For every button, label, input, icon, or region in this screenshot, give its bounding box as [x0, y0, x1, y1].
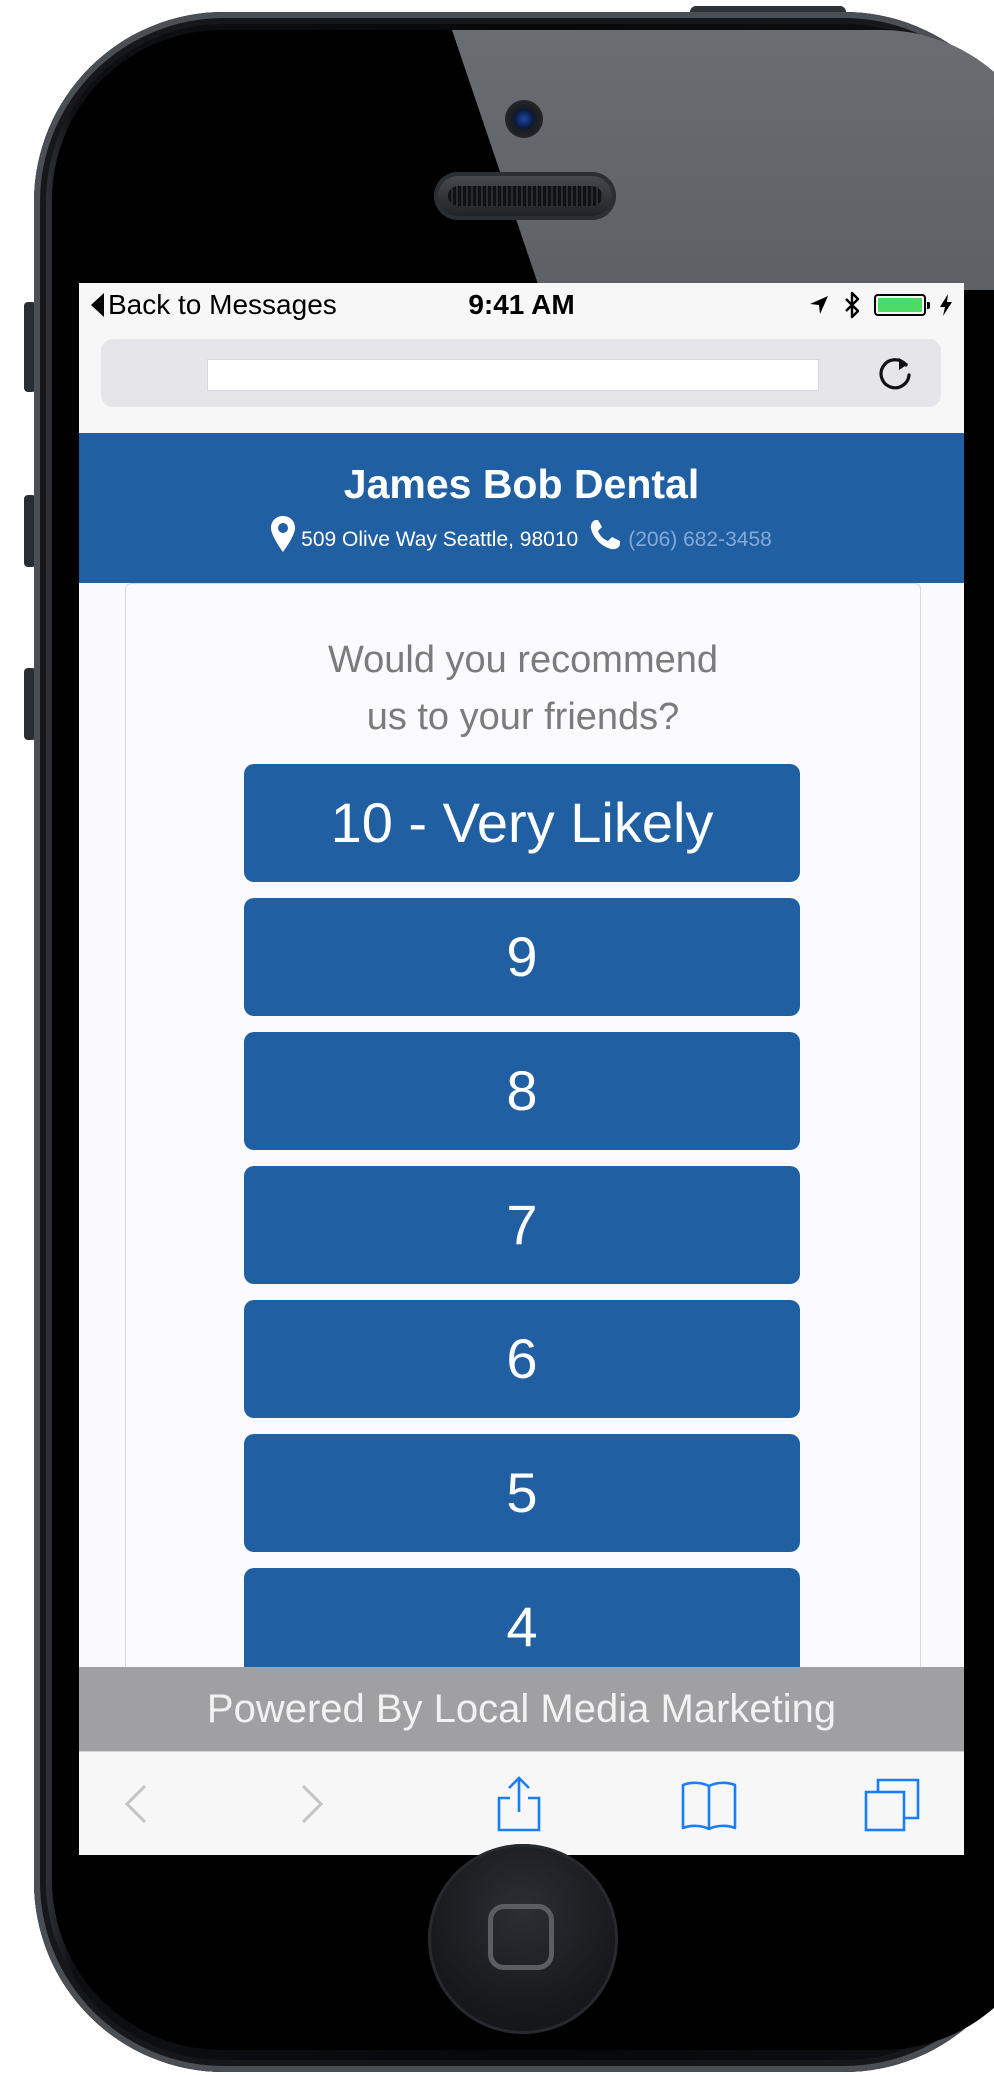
back-arrow-icon[interactable] [109, 1774, 169, 1834]
score-button-8[interactable]: 8 [244, 1032, 800, 1150]
home-square-icon [488, 1904, 554, 1970]
business-name: James Bob Dental [343, 461, 700, 507]
business-address: 509 Olive Way Seattle, 98010 [301, 528, 579, 551]
reload-icon[interactable] [875, 353, 915, 393]
business-header: James Bob Dental 509 Olive Way Seattle, … [79, 433, 964, 583]
score-button-5[interactable]: 5 [244, 1434, 800, 1552]
forward-arrow-icon[interactable] [279, 1774, 339, 1834]
battery-icon [874, 294, 930, 316]
score-button-10[interactable]: 10 - Very Likely [244, 764, 800, 882]
bluetooth-icon [845, 291, 860, 319]
survey-card: Would you recommend us to your friends? … [125, 583, 921, 1785]
score-button-9[interactable]: 9 [244, 898, 800, 1016]
front-camera [505, 100, 543, 138]
url-field[interactable] [207, 359, 819, 391]
battery-level [878, 298, 922, 312]
status-bar: Back to Messages 9:41 AM [79, 283, 964, 329]
survey-question: Would you recommend us to your friends? [126, 632, 920, 746]
score-button-7[interactable]: 7 [244, 1166, 800, 1284]
address-bar[interactable] [101, 339, 941, 407]
survey-question-line-1: Would you recommend [327, 639, 719, 681]
status-icons [808, 291, 952, 319]
earpiece-speaker [434, 172, 616, 220]
map-pin-icon [271, 516, 296, 552]
phone-icon [591, 520, 621, 550]
contact-line: 509 Olive Way Seattle, 98010 (206) 682-3… [79, 516, 964, 552]
bookmarks-icon[interactable] [679, 1774, 739, 1834]
safari-toolbar [79, 1751, 964, 1855]
business-phone-link[interactable]: (206) 682-3458 [628, 528, 772, 552]
location-arrow-icon [810, 296, 828, 314]
share-icon[interactable] [489, 1774, 549, 1834]
survey-question-line-2: us to your friends? [366, 696, 680, 738]
score-button-6[interactable]: 6 [244, 1300, 800, 1418]
tabs-icon[interactable] [862, 1774, 922, 1834]
page: Back to Messages 9:41 AM James Bob Denta… [0, 0, 994, 2075]
screen-glare [452, 30, 994, 290]
powered-by-footer: Powered By Local Media Marketing [79, 1667, 964, 1751]
home-button[interactable] [428, 1844, 618, 2034]
phone-screen: Back to Messages 9:41 AM James Bob Denta… [79, 283, 964, 1855]
browser-url-bar [79, 329, 964, 433]
charging-bolt-icon [940, 294, 952, 316]
score-options: 10 - Very Likely 9 8 7 6 5 4 [244, 764, 800, 1702]
